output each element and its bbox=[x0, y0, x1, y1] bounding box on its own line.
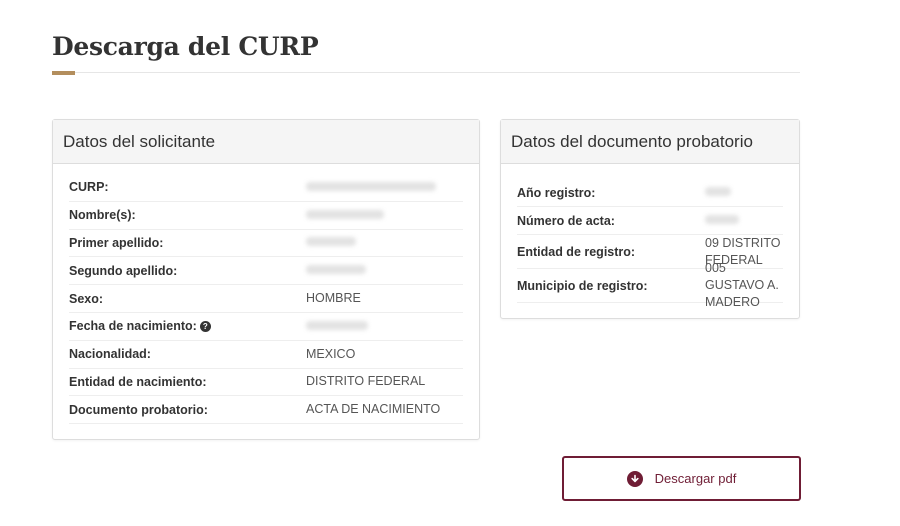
page-title: Descarga del CURP bbox=[52, 32, 319, 61]
table-row: Primer apellido: bbox=[69, 230, 463, 258]
row-label-text: Municipio de registro: bbox=[517, 278, 648, 293]
row-label-text: Primer apellido: bbox=[69, 235, 164, 250]
row-value: ACTA DE NACIMIENTO bbox=[306, 401, 463, 418]
row-value bbox=[306, 207, 463, 224]
row-value-text: DISTRITO FEDERAL bbox=[306, 374, 426, 389]
redacted-value bbox=[705, 187, 731, 196]
documento-rows: Año registro: Número de acta: Entidad de r… bbox=[501, 164, 799, 309]
redacted-value bbox=[306, 181, 436, 191]
row-label-text: Documento probatorio: bbox=[69, 402, 208, 417]
row-label-text: Año registro: bbox=[517, 185, 596, 200]
row-label: Número de acta: bbox=[517, 214, 705, 228]
row-label: Segundo apellido: bbox=[69, 264, 306, 278]
row-label-text: Entidad de nacimiento: bbox=[69, 374, 207, 389]
table-row: Año registro: bbox=[517, 179, 783, 207]
arrow-circle-down-icon bbox=[626, 470, 643, 487]
redacted-value bbox=[306, 237, 356, 247]
row-label-text: Nombre(s): bbox=[69, 208, 136, 223]
row-label-text: Número de acta: bbox=[517, 213, 615, 228]
row-value-text: ACTA DE NACIMIENTO bbox=[306, 402, 441, 417]
redacted-value bbox=[306, 265, 366, 275]
row-label: CURP: bbox=[69, 180, 306, 194]
row-label: Documento probatorio: bbox=[69, 403, 306, 417]
row-label: Municipio de registro: bbox=[517, 279, 705, 293]
redacted-value bbox=[306, 320, 368, 330]
table-row: Número de acta: bbox=[517, 207, 783, 235]
title-divider bbox=[52, 72, 800, 73]
redacted-value bbox=[705, 215, 739, 224]
table-row: CURP: bbox=[69, 174, 463, 202]
question-circle-icon[interactable]: ? bbox=[199, 321, 211, 333]
row-label-text: Segundo apellido: bbox=[69, 263, 178, 278]
table-row: Municipio de registro: 005 GUSTAVO A. MAD… bbox=[517, 261, 783, 309]
download-pdf-button[interactable]: Descargar pdf bbox=[562, 456, 801, 501]
solicitante-panel-heading: Datos del solicitante bbox=[53, 120, 479, 164]
table-row: Nacionalidad: MEXICO bbox=[69, 341, 463, 369]
row-label: Nombre(s): bbox=[69, 208, 306, 222]
row-value bbox=[705, 184, 783, 201]
title-accent-bar bbox=[52, 71, 75, 75]
table-row: Segundo apellido: bbox=[69, 257, 463, 286]
table-row: Documento probatorio: ACTA DE NACIMIENTO bbox=[69, 396, 463, 425]
table-row: Nombre(s): bbox=[69, 202, 463, 230]
download-pdf-label: Descargar pdf bbox=[654, 471, 737, 486]
row-label-text: Fecha de nacimiento: bbox=[69, 319, 197, 334]
row-value-text: MEXICO bbox=[306, 346, 356, 361]
solicitante-rows: CURP: Nombre(s): Primer apellido: Segundo a… bbox=[53, 164, 479, 425]
row-value-text: 005 GUSTAVO A. MADERO bbox=[705, 261, 779, 309]
row-label-text: Entidad de registro: bbox=[517, 244, 636, 259]
row-label: Entidad de nacimiento: bbox=[69, 375, 306, 389]
row-value: HOMBRE bbox=[306, 290, 463, 307]
table-row: Sexo: HOMBRE bbox=[69, 285, 463, 313]
row-label: Primer apellido: bbox=[69, 236, 306, 250]
row-value-text: HOMBRE bbox=[306, 291, 361, 306]
documento-panel: Datos del documento probatorio Año regis… bbox=[500, 119, 800, 319]
row-value bbox=[306, 234, 463, 251]
solicitante-panel: Datos del solicitante CURP: Nombre(s): Pri… bbox=[52, 119, 480, 440]
row-value: MEXICO bbox=[306, 346, 463, 363]
row-label-text: CURP: bbox=[69, 180, 109, 195]
table-row: Fecha de nacimiento:? bbox=[69, 313, 463, 341]
row-value bbox=[705, 212, 783, 229]
page: Descarga del CURP Datos del solicitante … bbox=[0, 0, 900, 526]
documento-panel-heading: Datos del documento probatorio bbox=[501, 120, 799, 164]
row-value: 005 GUSTAVO A. MADERO bbox=[705, 260, 783, 311]
table-row: Entidad de nacimiento: DISTRITO FEDERAL bbox=[69, 369, 463, 397]
row-label: Nacionalidad: bbox=[69, 347, 306, 361]
row-label: Entidad de registro: bbox=[517, 245, 705, 259]
row-label: Fecha de nacimiento:? bbox=[69, 319, 306, 333]
redacted-value bbox=[306, 209, 384, 219]
row-label-text: Nacionalidad: bbox=[69, 347, 151, 362]
row-value bbox=[306, 262, 463, 279]
row-value: DISTRITO FEDERAL bbox=[306, 373, 463, 390]
row-value bbox=[306, 179, 463, 196]
row-value bbox=[306, 318, 463, 335]
row-label-text: Sexo: bbox=[69, 291, 104, 306]
row-label: Sexo: bbox=[69, 292, 306, 306]
row-label: Año registro: bbox=[517, 186, 705, 200]
